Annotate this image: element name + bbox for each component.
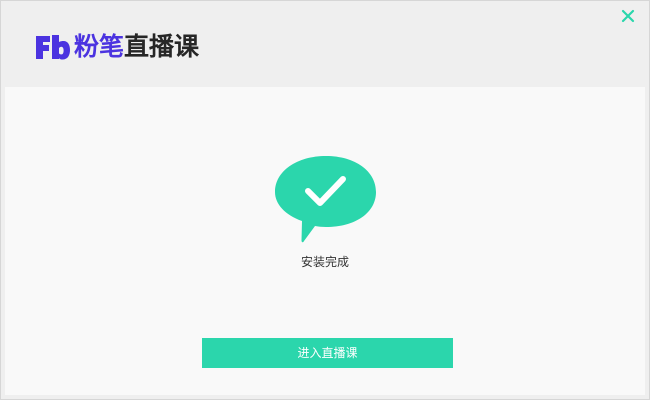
app-logo: 粉笔 直播课 xyxy=(33,29,199,65)
close-button[interactable] xyxy=(619,7,637,25)
logo-product-text: 直播课 xyxy=(124,32,200,61)
logo-brand-text: 粉笔 xyxy=(74,32,125,61)
chat-bubble-check-icon xyxy=(275,156,376,243)
header: 粉笔 直播课 xyxy=(1,1,649,87)
close-icon xyxy=(621,9,635,23)
installer-window: 粉笔 直播课 安装完成 进入直播课 xyxy=(0,0,650,400)
fb-logo-mark xyxy=(36,35,70,60)
install-status-text: 安装完成 xyxy=(300,255,349,269)
main-content: 安装完成 进入直播课 xyxy=(5,87,645,395)
enter-live-class-button[interactable]: 进入直播课 xyxy=(202,338,453,368)
